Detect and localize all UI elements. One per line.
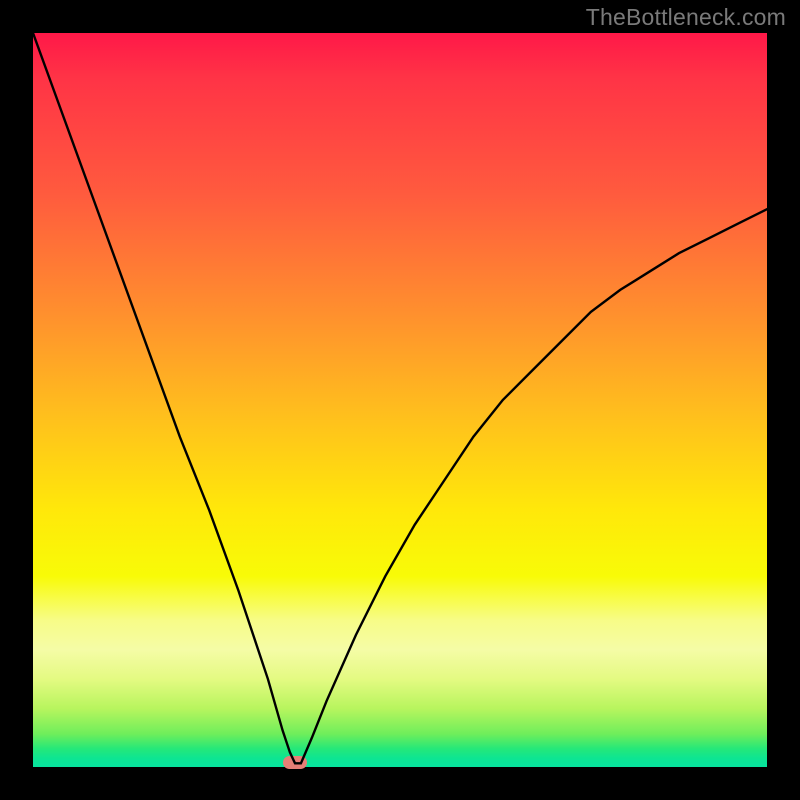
watermark-text: TheBottleneck.com — [586, 4, 786, 31]
plot-area — [33, 33, 767, 767]
bottleneck-curve — [33, 33, 767, 767]
curve-path — [33, 33, 767, 763]
chart-frame: TheBottleneck.com — [0, 0, 800, 800]
